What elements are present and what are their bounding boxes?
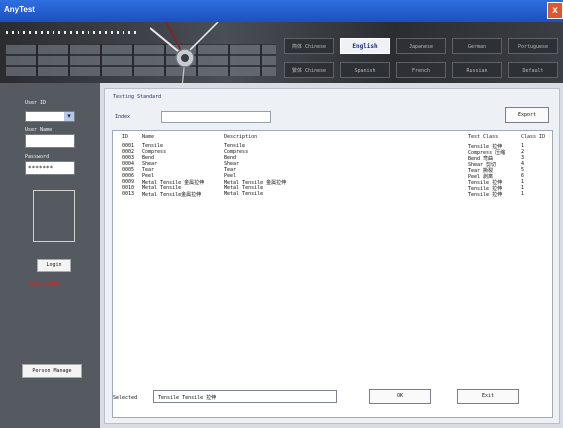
- lang-japanese[interactable]: Japanese: [396, 38, 446, 54]
- header-decoration: [6, 44, 276, 76]
- lang-english[interactable]: English: [340, 38, 390, 54]
- login-status: Please Login: [23, 281, 60, 287]
- main-panel: Testing Standard Index Export ID Name De…: [104, 88, 560, 424]
- close-button[interactable]: x: [547, 2, 563, 19]
- export-button[interactable]: Export: [505, 107, 549, 123]
- window-title: AnyTest: [4, 5, 35, 14]
- person-manage-button[interactable]: Person Manage: [22, 364, 82, 378]
- column-header-description[interactable]: Description: [224, 134, 257, 140]
- close-icon: x: [552, 5, 558, 16]
- lang-french[interactable]: French: [396, 62, 446, 78]
- logo-orb-icon: [150, 22, 219, 83]
- table-row[interactable]: 0013: [122, 191, 134, 197]
- table-cell[interactable]: Tensile 拉伸: [468, 191, 502, 198]
- login-button[interactable]: Login: [37, 259, 71, 272]
- password-field[interactable]: *******: [25, 161, 75, 175]
- column-header-test-class[interactable]: Test Class: [468, 134, 498, 140]
- title-bar: AnyTest x: [0, 0, 563, 22]
- column-header-id[interactable]: ID: [122, 134, 128, 140]
- exit-button[interactable]: Exit: [457, 389, 519, 404]
- lang-traditional-chinese[interactable]: 繁体 Chinese: [284, 62, 334, 78]
- column-header-class-id[interactable]: Class ID: [521, 134, 545, 140]
- lang-spanish[interactable]: Spanish: [340, 62, 390, 78]
- standards-table: ID Name Description Test Class Class ID …: [112, 130, 553, 418]
- index-label: Index: [115, 114, 131, 120]
- header-banner: 简体 Chinese English Japanese German Portu…: [0, 22, 563, 83]
- lang-german[interactable]: German: [452, 38, 502, 54]
- header-dots: [6, 30, 137, 36]
- ok-button[interactable]: OK: [369, 389, 431, 404]
- selected-label: Selected: [113, 395, 138, 401]
- column-header-name[interactable]: Name: [142, 134, 154, 140]
- user-id-label: User ID: [25, 100, 47, 106]
- table-cell[interactable]: Metal Tensile金属拉伸: [142, 191, 201, 198]
- user-photo: [33, 190, 75, 242]
- index-input[interactable]: [161, 111, 271, 123]
- selected-field[interactable]: Tensile Tensile 拉伸: [153, 390, 337, 403]
- lang-russian[interactable]: Russian: [452, 62, 502, 78]
- user-name-label: User Name: [25, 127, 53, 133]
- lang-default[interactable]: Default: [508, 62, 558, 78]
- table-cell[interactable]: Metal Tensile: [224, 191, 263, 197]
- user-name-field[interactable]: [25, 134, 75, 148]
- chevron-down-icon[interactable]: ▾: [64, 112, 74, 121]
- section-title: Testing Standard: [113, 94, 162, 100]
- lang-simplified-chinese[interactable]: 简体 Chinese: [284, 38, 334, 54]
- table-cell[interactable]: 1: [521, 191, 524, 197]
- lang-portuguese[interactable]: Portuguese: [508, 38, 558, 54]
- password-label: Password: [25, 154, 50, 160]
- user-id-select[interactable]: ▾: [25, 111, 75, 122]
